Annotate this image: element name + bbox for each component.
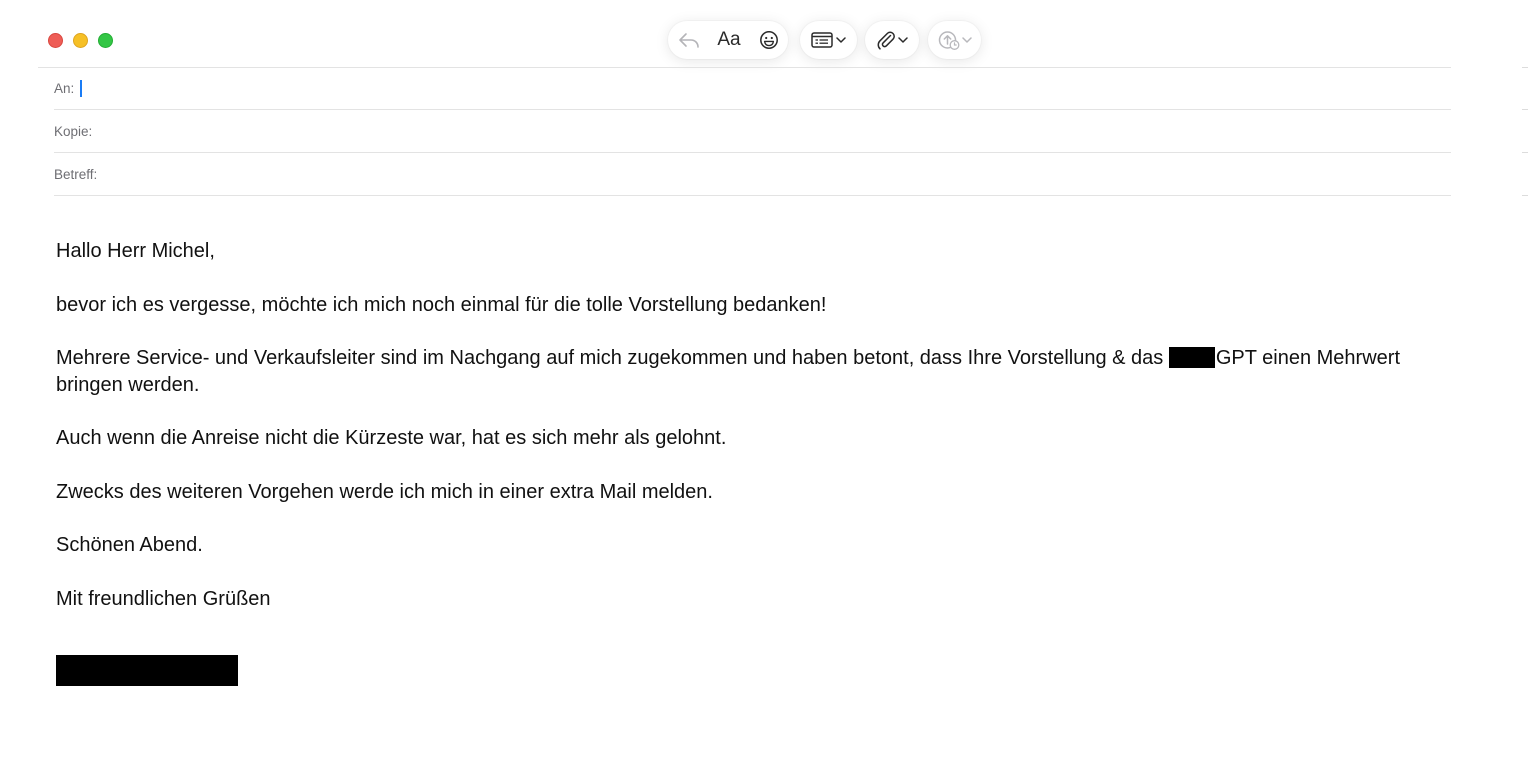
chevron-down-icon (898, 36, 908, 44)
window-controls (48, 33, 113, 48)
subject-field-label: Betreff: (54, 166, 98, 182)
to-field-label: An: (54, 80, 75, 96)
to-field-divider (54, 109, 1451, 110)
toolbar-group-format: Aa (668, 21, 788, 59)
redacted-text (1168, 346, 1215, 368)
redacted-signature (56, 655, 238, 686)
body-line-thanks: bevor ich es vergesse, möchte ich mich n… (56, 293, 827, 316)
adjacent-window-edge (1522, 67, 1528, 68)
paperclip-icon (876, 30, 896, 50)
toolbar-divider (38, 67, 1451, 68)
toolbar-group-send (928, 21, 981, 59)
closing-line: Mit freundlichen Grüßen (56, 587, 271, 610)
body-line-travel: Auch wenn die Anreise nicht die Kürzeste… (56, 427, 727, 449)
minimize-window-button[interactable] (73, 33, 88, 48)
body-line-next-steps: Zwecks des weiteren Vorgehen werde ich m… (56, 480, 713, 503)
cc-field-divider (54, 152, 1451, 153)
toolbar-group-attach (865, 21, 919, 59)
message-body[interactable]: Hallo Herr Michel, bevor ich es vergesse… (56, 238, 1466, 639)
format-button[interactable]: Aa (708, 21, 750, 59)
adjacent-window-edge (1522, 152, 1528, 153)
to-field[interactable]: An: (54, 78, 83, 98)
reply-button[interactable] (670, 21, 708, 59)
cc-field-label: Kopie: (54, 123, 93, 139)
smiley-face-icon (759, 30, 779, 50)
feedback-text-start: Mehrere Service- und Verkaufsleiter sind… (56, 347, 1169, 369)
body-line-feedback: Mehrere Service- und Verkaufsleiter sind… (56, 345, 1466, 398)
greeting-line: Hallo Herr Michel, (56, 240, 215, 262)
header-fields-button[interactable] (800, 21, 857, 59)
attach-file-button[interactable] (865, 21, 919, 59)
chevron-down-icon (836, 36, 846, 44)
text-caret (80, 79, 83, 97)
reply-arrow-icon (678, 31, 700, 49)
upload-clock-icon (938, 30, 960, 50)
zoom-window-button[interactable] (98, 33, 113, 48)
cc-field[interactable]: Kopie: (54, 121, 92, 141)
body-line-evening: Schönen Abend. (56, 534, 203, 556)
send-later-button[interactable] (928, 21, 981, 59)
emoji-button[interactable] (750, 21, 788, 59)
header-list-icon (811, 32, 833, 48)
adjacent-window-edge (1522, 109, 1528, 110)
subject-field-divider (54, 195, 1451, 196)
chevron-down-icon (961, 36, 972, 44)
adjacent-window-edge (1522, 195, 1528, 196)
close-window-button[interactable] (48, 33, 63, 48)
toolbar-group-header (800, 21, 857, 59)
subject-field[interactable]: Betreff: (54, 164, 97, 184)
